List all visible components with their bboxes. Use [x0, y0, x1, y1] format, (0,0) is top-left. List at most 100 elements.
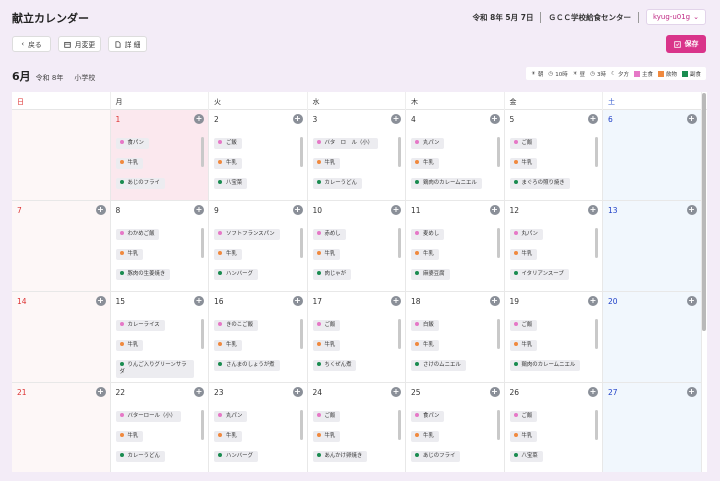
save-button[interactable]: 保存	[666, 35, 706, 53]
day-cell[interactable]: 20 +	[603, 292, 702, 383]
add-menu-icon[interactable]: +	[391, 296, 401, 306]
add-menu-icon[interactable]: +	[292, 205, 303, 215]
menu-item[interactable]: カレーうどん	[312, 178, 362, 190]
menu-item[interactable]: 牛乳	[115, 158, 144, 170]
add-menu-icon[interactable]: +	[391, 387, 401, 397]
menu-item[interactable]: 牛乳	[509, 249, 538, 261]
menu-item[interactable]: まぐろの照り焼き	[509, 178, 570, 190]
add-menu-icon[interactable]: +	[588, 296, 598, 306]
menu-item[interactable]: 牛乳	[115, 249, 144, 261]
day-cell[interactable]: 2 + ご飯 牛乳 八宝菜	[209, 110, 308, 201]
day-cell[interactable]: 6 +	[603, 110, 702, 201]
menu-item[interactable]: きのこご飯	[214, 320, 258, 332]
menu-item[interactable]: 鶏肉のカレームニエル	[509, 360, 581, 372]
cell-scrollbar[interactable]	[201, 319, 204, 349]
cell-scrollbar[interactable]	[595, 137, 598, 167]
menu-item[interactable]: ご飯	[312, 411, 341, 423]
add-menu-icon[interactable]: +	[194, 114, 204, 124]
menu-item[interactable]: カレーうどん	[115, 451, 165, 463]
cell-scrollbar[interactable]	[496, 228, 500, 258]
menu-item[interactable]: 牛乳	[214, 249, 242, 261]
menu-item[interactable]: ご飯	[214, 138, 242, 150]
menu-item[interactable]: あじのフライ	[115, 178, 165, 190]
add-menu-icon[interactable]: +	[588, 114, 598, 124]
day-cell[interactable]: 13 +	[603, 201, 702, 292]
detail-button[interactable]: 詳 細	[108, 36, 147, 52]
cell-scrollbar[interactable]	[299, 410, 303, 440]
menu-item[interactable]: 肉じゃが	[312, 269, 352, 281]
add-menu-icon[interactable]: +	[391, 205, 401, 215]
cell-scrollbar[interactable]	[398, 137, 401, 167]
add-menu-icon[interactable]: +	[489, 296, 500, 306]
day-cell[interactable]: 26 + ご飯 牛乳 八宝菜	[505, 383, 603, 472]
day-cell[interactable]: 9 + ソフトフランスパン 牛乳 ハンバーグ	[209, 201, 308, 292]
day-cell[interactable]: 15 + カレーライス 牛乳 りんご入りグリーンサラダ	[110, 292, 209, 383]
menu-item[interactable]: あんかけ卵焼き	[312, 451, 368, 463]
menu-item[interactable]: 牛乳	[411, 340, 439, 352]
menu-item[interactable]: ハンバーグ	[214, 269, 258, 281]
menu-item[interactable]: 牛乳	[214, 431, 242, 443]
add-menu-icon[interactable]: +	[391, 114, 401, 124]
menu-item[interactable]: ご飯	[312, 320, 341, 332]
cell-scrollbar[interactable]	[496, 137, 500, 167]
menu-item[interactable]: 牛乳	[312, 431, 341, 443]
cell-scrollbar[interactable]	[595, 410, 598, 440]
menu-item[interactable]: 牛乳	[214, 340, 242, 352]
cell-scrollbar[interactable]	[398, 228, 401, 258]
back-button[interactable]: ‹ 戻る	[12, 36, 51, 52]
menu-item[interactable]: 丸パン	[411, 138, 445, 150]
add-menu-icon[interactable]: +	[292, 387, 303, 397]
scrollbar[interactable]	[702, 93, 706, 331]
cell-scrollbar[interactable]	[201, 228, 204, 258]
menu-item[interactable]: あじのフライ	[411, 451, 461, 463]
cell-scrollbar[interactable]	[398, 319, 401, 349]
day-cell[interactable]: 25 + 食パン 牛乳 あじのフライ	[406, 383, 505, 472]
cell-scrollbar[interactable]	[496, 319, 500, 349]
day-cell[interactable]: 16 + きのこご飯 牛乳 さんまのしょうが煮	[209, 292, 308, 383]
menu-item[interactable]: 牛乳	[509, 340, 538, 352]
cell-scrollbar[interactable]	[201, 410, 204, 440]
add-menu-icon[interactable]: +	[194, 205, 204, 215]
menu-item[interactable]: 牛乳	[214, 158, 242, 170]
add-menu-icon[interactable]: +	[489, 387, 500, 397]
menu-item[interactable]: バタ ロ ル（小）	[312, 138, 379, 150]
day-cell[interactable]: 1 + 食パン 牛乳 あじのフライ	[110, 110, 209, 201]
day-cell[interactable]: 10 + 赤めし 牛乳 肉じゃが	[307, 201, 406, 292]
menu-item[interactable]: 豚肉の生姜焼き	[115, 269, 171, 281]
add-menu-icon[interactable]: +	[292, 296, 303, 306]
menu-item[interactable]: ソフトフランスパン	[214, 229, 280, 241]
cell-scrollbar[interactable]	[595, 319, 598, 349]
cell-scrollbar[interactable]	[595, 228, 598, 258]
day-cell[interactable]: 12 + 丸パン 牛乳 イタリアンスープ	[504, 201, 603, 292]
menu-item[interactable]: 赤めし	[312, 229, 346, 241]
cell-scrollbar[interactable]	[496, 410, 500, 440]
add-menu-icon[interactable]: +	[95, 205, 106, 215]
day-cell[interactable]: 19 + ご飯 牛乳 鶏肉のカレームニエル	[504, 292, 603, 383]
day-cell[interactable]: 23 + 丸パン 牛乳 ハンバーグ	[209, 383, 308, 472]
cell-scrollbar[interactable]	[201, 137, 204, 167]
menu-item[interactable]: 牛乳	[509, 431, 538, 443]
menu-item[interactable]: ご飯	[509, 320, 538, 332]
day-cell[interactable]: 22 + バターロール（小） 牛乳 カレーうどん	[111, 383, 209, 472]
menu-item[interactable]: りんご入りグリーンサラダ	[115, 360, 194, 379]
menu-item[interactable]: 白飯	[411, 320, 439, 332]
day-cell[interactable]: 14 +	[12, 292, 111, 383]
day-cell[interactable]: 5 + ご飯 牛乳 まぐろの照り焼き	[504, 110, 603, 201]
menu-item[interactable]: わかめご飯	[115, 229, 160, 241]
day-cell[interactable]: 11 + 麦めし 牛乳 麻婆豆腐	[406, 201, 505, 292]
menu-item[interactable]: 牛乳	[509, 158, 538, 170]
menu-item[interactable]: 牛乳	[411, 431, 439, 443]
menu-item[interactable]: 牛乳	[312, 249, 341, 261]
menu-item[interactable]: 牛乳	[115, 340, 144, 352]
add-menu-icon[interactable]: +	[686, 387, 697, 397]
menu-item[interactable]: ご飯	[509, 138, 538, 150]
add-menu-icon[interactable]: +	[95, 296, 106, 306]
day-cell[interactable]: 21 +	[12, 383, 111, 472]
menu-item[interactable]: 牛乳	[312, 158, 341, 170]
menu-item[interactable]: 牛乳	[115, 431, 144, 443]
add-menu-icon[interactable]: +	[95, 387, 106, 397]
menu-item[interactable]: バターロール（小）	[115, 411, 182, 423]
menu-item[interactable]: 丸パン	[509, 229, 543, 241]
add-menu-icon[interactable]: +	[292, 114, 303, 124]
day-cell[interactable]	[12, 110, 111, 201]
